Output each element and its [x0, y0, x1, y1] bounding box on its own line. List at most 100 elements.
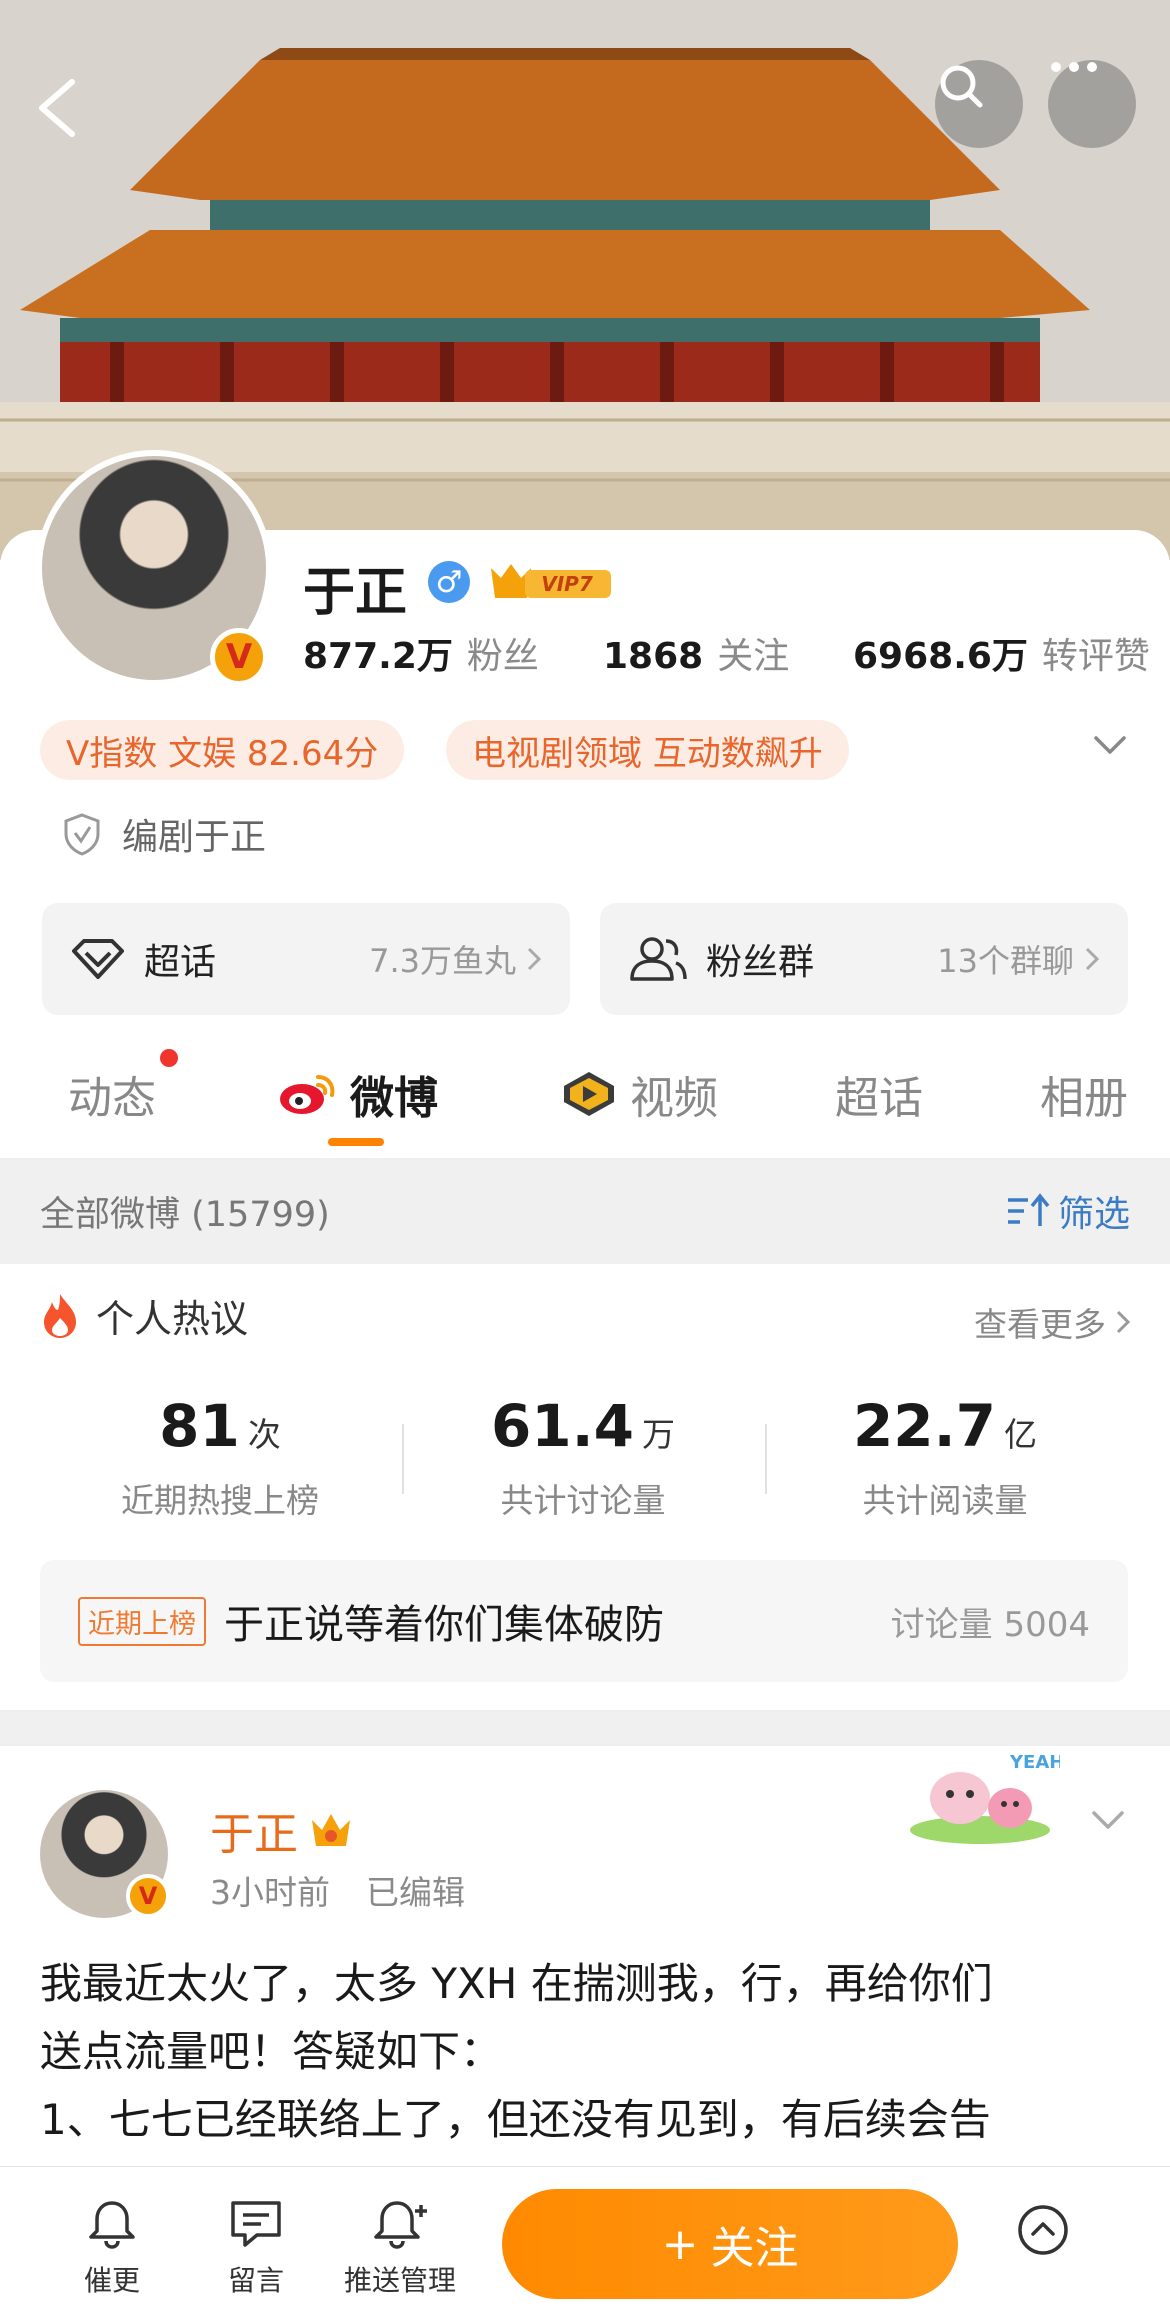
vip-badge-icon: VIP7: [491, 564, 611, 598]
message-button[interactable]: 留言: [196, 2197, 316, 2299]
metric-desc: 共计讨论量: [500, 1481, 666, 1520]
section-separator: [0, 1710, 1170, 1746]
discussion-count: 讨论量 5004: [890, 1604, 1090, 1645]
post-edited[interactable]: 已编辑: [366, 1873, 465, 1912]
scroll-top-button[interactable]: [1016, 2203, 1070, 2257]
followers-stat[interactable]: 877.2万 粉丝: [303, 627, 603, 679]
filter-bar: 全部微博 (15799) 筛选: [0, 1158, 1170, 1264]
urge-button[interactable]: 催更: [52, 2197, 172, 2299]
chaohua-button[interactable]: 超话 7.3万鱼丸: [42, 903, 570, 1015]
metric-unit: 万: [642, 1415, 676, 1454]
chevron-left-icon: [39, 79, 75, 137]
sticker-text: YEAH!: [1009, 1752, 1060, 1773]
metric-num: 22.7: [852, 1392, 997, 1460]
bell-icon: [89, 2201, 135, 2249]
metric-desc: 共计阅读量: [862, 1481, 1028, 1520]
search-icon: [940, 65, 983, 108]
certification-text: 编剧于正: [122, 817, 267, 858]
flame-icon: [44, 1293, 76, 1338]
chevron-down-icon[interactable]: [1092, 733, 1128, 757]
fans-group-meta: 13个群聊: [937, 942, 1074, 980]
metric-desc: 近期热搜上榜: [121, 1481, 319, 1520]
hot-title: 个人热议: [40, 1288, 248, 1343]
weibo-logo-icon: [280, 1075, 335, 1114]
metric-hot-search: 81 次 近期热搜上榜: [55, 1392, 385, 1522]
active-tab-indicator: [328, 1138, 384, 1146]
hot-title-text: 个人热议: [96, 1297, 249, 1341]
post-line: 1、七七已经联络上了，但还没有见到，有后续会告: [40, 2095, 991, 2144]
comment-icon: [231, 2201, 281, 2247]
push-settings-button[interactable]: 推送管理: [340, 2197, 460, 2299]
metric-unit: 次: [247, 1415, 281, 1454]
metric-num: 61.4: [490, 1392, 635, 1460]
more-button[interactable]: [1048, 60, 1136, 148]
v-index-tag[interactable]: V指数 文娱 82.64分: [40, 720, 405, 780]
tab-chaohua[interactable]: 超话: [835, 1062, 923, 1126]
divider: [765, 1424, 767, 1494]
search-button[interactable]: [935, 60, 1023, 148]
notification-dot: [160, 1049, 178, 1067]
tab-video[interactable]: 视频: [560, 1062, 718, 1126]
plus-icon: +: [661, 2218, 699, 2270]
hot-topic-text: 于正说等着你们集体破防: [224, 1602, 664, 1648]
fans-group-button[interactable]: 粉丝群 13个群聊: [600, 903, 1128, 1015]
hot-discussion-card: 个人热议 查看更多 81 次 近期热搜上榜 61.4 万 共计讨论量 22.7 亿 共…: [0, 1264, 1170, 1710]
more-dots-icon: [1051, 62, 1097, 72]
chaohua-label: 超话: [144, 942, 217, 983]
post-line: 我最近太火了，太多 YXH 在揣测我，行，再给你们: [40, 1959, 993, 2008]
tab-weibo-label: 微博: [350, 1073, 438, 1124]
post-author-name: 于正: [210, 1809, 298, 1860]
weibo-post: V 于正 3小时前已编辑 YEAH! 我最近太火了，太多 YXH 在揣测我，行，…: [0, 1746, 1170, 2166]
domain-tag[interactable]: 电视剧领域 互动数飙升: [446, 720, 849, 780]
chevron-right-icon: [527, 947, 542, 971]
message-label: 留言: [227, 2264, 284, 2297]
metric-unit: 亿: [1004, 1415, 1038, 1454]
urge-label: 催更: [83, 2264, 140, 2297]
chevron-down-icon[interactable]: [1090, 1808, 1126, 1832]
crown-icon: [312, 1814, 350, 1846]
male-gender-icon: ♂: [428, 561, 470, 603]
group-icon: [630, 937, 687, 981]
video-icon: [564, 1072, 614, 1116]
tab-video-label: 视频: [630, 1073, 718, 1124]
recent-badge: 近期上榜: [78, 1596, 206, 1646]
filter-button[interactable]: 筛选: [1006, 1185, 1130, 1237]
certification: 编剧于正: [62, 808, 266, 860]
post-author[interactable]: 于正: [210, 1798, 354, 1862]
tab-dongtai[interactable]: 动态: [68, 1062, 156, 1126]
filter-icon: [1007, 1193, 1050, 1226]
post-content: 我最近太火了，太多 YXH 在揣测我，行，再给你们 送点流量吧！答疑如下： 1、…: [40, 1950, 1134, 2154]
bottom-bar: 催更 留言 推送管理 + 关注: [0, 2166, 1170, 2307]
tab-album[interactable]: 相册: [1040, 1062, 1128, 1126]
post-time: 3小时前: [210, 1873, 330, 1912]
metric-num: 81: [159, 1392, 240, 1460]
post-meta: 3小时前 已编辑: [210, 1866, 465, 1914]
vip-label: VIP7: [541, 572, 593, 596]
chaohua-meta: 7.3万鱼丸: [369, 942, 516, 980]
fans-group-label: 粉丝群: [706, 942, 815, 983]
metric-discussions: 61.4 万 共计讨论量: [418, 1392, 748, 1522]
likes-stat[interactable]: 6968.6万 转评赞: [853, 627, 1150, 679]
all-weibo-count[interactable]: 全部微博 (15799): [40, 1186, 330, 1237]
metric-reads: 22.7 亿 共计阅读量: [780, 1392, 1110, 1522]
verified-badge-icon: V: [126, 1874, 170, 1918]
filter-label: 筛选: [1057, 1194, 1130, 1235]
profile-stats: 877.2万 粉丝 1868 关注 6968.6万 转评赞: [303, 627, 1170, 679]
see-more-link[interactable]: 查看更多: [974, 1298, 1130, 1346]
bell-plus-icon: [374, 2201, 427, 2249]
back-button[interactable]: [26, 66, 86, 146]
divider: [402, 1424, 404, 1494]
tab-weibo[interactable]: 微博: [278, 1062, 438, 1126]
follow-button[interactable]: + 关注: [502, 2189, 958, 2299]
sticker-decoration: YEAH!: [910, 1752, 1060, 1844]
chevron-right-icon: [1116, 1310, 1130, 1334]
diamond-icon: [72, 939, 124, 979]
profile-tabs: 动态 微博 视频 超话 相册: [0, 1050, 1170, 1158]
profile-name: 于正: [303, 563, 408, 623]
verified-badge-icon: V: [210, 628, 268, 686]
following-stat[interactable]: 1868 关注: [603, 627, 853, 679]
shield-icon: [64, 813, 100, 856]
push-settings-label: 推送管理: [343, 2264, 456, 2297]
chevron-right-icon: [1085, 947, 1100, 971]
hot-topic-row[interactable]: 近期上榜 于正说等着你们集体破防 讨论量 5004: [40, 1560, 1128, 1682]
